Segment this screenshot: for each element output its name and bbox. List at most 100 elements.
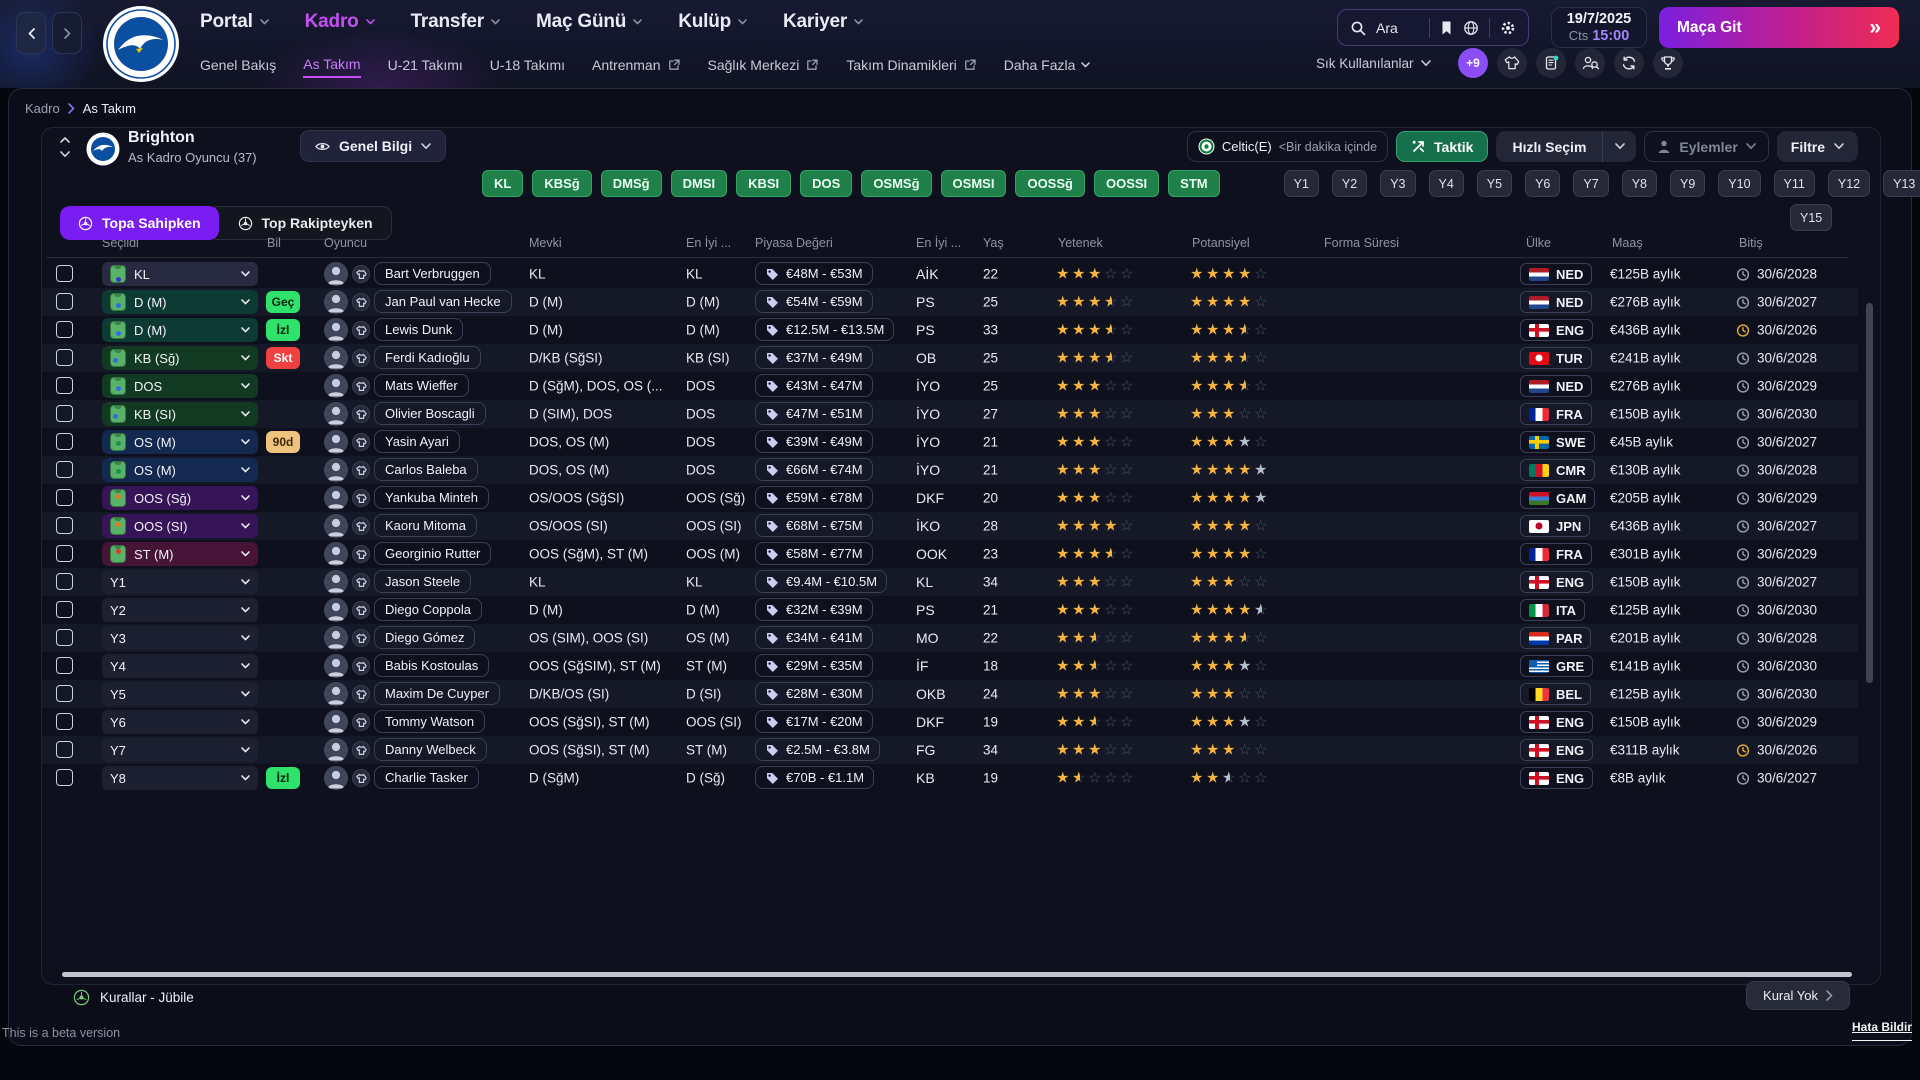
column-header-9[interactable]: Yetenek [1058, 236, 1103, 250]
player-name[interactable]: Jan Paul van Hecke [374, 290, 512, 313]
shirt-icon[interactable] [352, 517, 370, 535]
card-icon[interactable] [1536, 48, 1566, 78]
player-name[interactable]: Babis Kostoulas [374, 654, 489, 677]
rule-button[interactable]: Kural Yok [1746, 981, 1850, 1010]
row-checkbox[interactable] [56, 265, 73, 282]
row-checkbox[interactable] [56, 517, 73, 534]
scout-icon[interactable] [1575, 48, 1605, 78]
player-photo[interactable] [324, 318, 348, 342]
shirt-icon[interactable] [352, 433, 370, 451]
market-value[interactable]: €47M - €51M [755, 402, 873, 425]
main-nav-kariyer[interactable]: Kariyer [783, 11, 863, 33]
column-header-4[interactable]: Mevki [529, 236, 562, 250]
player-name[interactable]: Yasin Ayari [374, 430, 460, 453]
shirt-icon[interactable] [352, 713, 370, 731]
shirt-icon[interactable] [352, 629, 370, 647]
shirt-icon[interactable] [1497, 48, 1527, 78]
row-checkbox[interactable] [56, 489, 73, 506]
selection-dropdown[interactable]: KB (SI) [102, 402, 258, 426]
filter-button-oossi[interactable]: OOSSI [1094, 170, 1159, 197]
table-row[interactable]: OOS (Sğ) Yankuba Minteh OS/OOS (SğSI) OO… [42, 484, 1858, 512]
player-photo[interactable] [324, 346, 348, 370]
bookmark-icon[interactable] [1440, 20, 1453, 36]
selection-dropdown[interactable]: D (M) [102, 290, 258, 314]
shirt-icon[interactable] [352, 405, 370, 423]
filter-button-kbsi[interactable]: KBSI [736, 170, 791, 197]
row-checkbox[interactable] [56, 377, 73, 394]
market-value[interactable]: €37M - €49M [755, 346, 873, 369]
sub-nav-takım-dinamikleri[interactable]: Takım Dinamikleri [846, 57, 976, 77]
filter-button-y10[interactable]: Y10 [1718, 170, 1760, 197]
row-checkbox[interactable] [56, 713, 73, 730]
filter-button-dos[interactable]: DOS [800, 170, 852, 197]
player-name[interactable]: Lewis Dunk [374, 318, 463, 341]
row-checkbox[interactable] [56, 461, 73, 478]
selection-dropdown[interactable]: D (M) [102, 318, 258, 342]
selection-dropdown[interactable]: Y3 [102, 626, 258, 650]
go-to-match-button[interactable]: Maça Git » [1659, 7, 1899, 48]
selection-dropdown[interactable]: OOS (Sğ) [102, 486, 258, 510]
horizontal-scrollbar[interactable] [62, 972, 1852, 977]
market-value[interactable]: €68M - €75M [755, 514, 873, 537]
player-photo[interactable] [324, 514, 348, 538]
shirt-icon[interactable] [352, 601, 370, 619]
sub-nav-as-takım[interactable]: As Takım [303, 56, 360, 78]
row-checkbox[interactable] [56, 545, 73, 562]
table-row[interactable]: Y8 İzl Charlie Tasker D (SğM) D (Sğ) €70… [42, 764, 1858, 792]
player-photo[interactable] [324, 766, 348, 790]
player-name[interactable]: Carlos Baleba [374, 458, 478, 481]
selection-dropdown[interactable]: Y5 [102, 682, 258, 706]
market-value[interactable]: €58M - €77M [755, 542, 873, 565]
vertical-scrollbar[interactable] [1866, 303, 1873, 683]
quick-pick-button[interactable]: Hızlı Seçim [1496, 131, 1636, 162]
filter-button-dmsğ[interactable]: DMSğ [601, 170, 662, 197]
market-value[interactable]: €2.5M - €3.8M [755, 738, 880, 761]
column-header-5[interactable]: En İyi ... [686, 236, 731, 250]
globe-icon[interactable] [1463, 20, 1479, 36]
history-back-button[interactable] [16, 12, 46, 54]
column-header-6[interactable]: Piyasa Değeri [755, 236, 833, 250]
tactic-button[interactable]: Taktik [1396, 131, 1488, 162]
selection-dropdown[interactable]: Y6 [102, 710, 258, 734]
selection-dropdown[interactable]: Y7 [102, 738, 258, 762]
sub-nav-genel-bakış[interactable]: Genel Bakış [200, 57, 276, 77]
filter-button-y13[interactable]: Y13 [1883, 170, 1920, 197]
market-value[interactable]: €48M - €53M [755, 262, 873, 285]
report-bug-link[interactable]: Hata Bildir [1852, 1020, 1912, 1041]
chat-notification-icon[interactable]: +9 [1458, 48, 1488, 78]
selection-dropdown[interactable]: OOS (SI) [102, 514, 258, 538]
market-value[interactable]: €29M - €35M [755, 654, 873, 677]
filter-button-y1[interactable]: Y1 [1284, 170, 1319, 197]
market-value[interactable]: €54M - €59M [755, 290, 873, 313]
player-photo[interactable] [324, 654, 348, 678]
shirt-icon[interactable] [352, 545, 370, 563]
player-photo[interactable] [324, 738, 348, 762]
shirt-icon[interactable] [352, 265, 370, 283]
next-match-notice[interactable]: Celtic(E) <Bir dakika içinde [1187, 131, 1388, 162]
filter-button-y5[interactable]: Y5 [1477, 170, 1512, 197]
player-name[interactable]: Charlie Tasker [374, 766, 479, 789]
filter-button-dmsi[interactable]: DMSI [671, 170, 728, 197]
filter-button-y4[interactable]: Y4 [1429, 170, 1464, 197]
table-row[interactable]: Y2 Diego Coppola D (M) D (M) €32M - €39M… [42, 596, 1858, 624]
shirt-icon[interactable] [352, 461, 370, 479]
table-row[interactable]: Y3 Diego Gómez OS (SIM), OOS (SI) OS (M)… [42, 624, 1858, 652]
column-header-11[interactable]: Forma Süresi [1324, 236, 1399, 250]
row-checkbox[interactable] [56, 321, 73, 338]
column-header-13[interactable]: Maaş [1612, 236, 1643, 250]
collapse-up-icon[interactable] [60, 136, 70, 143]
history-forward-button[interactable] [52, 12, 82, 54]
shirt-icon[interactable] [352, 685, 370, 703]
player-name[interactable]: Ferdi Kadıoğlu [374, 346, 481, 369]
sub-nav-daha-fazla[interactable]: Daha Fazla [1004, 57, 1091, 77]
sync-icon[interactable] [1614, 48, 1644, 78]
filter-button-y11[interactable]: Y11 [1774, 170, 1815, 197]
selection-dropdown[interactable]: KB (Sğ) [102, 346, 258, 370]
player-name[interactable]: Diego Coppola [374, 598, 482, 621]
row-checkbox[interactable] [56, 573, 73, 590]
player-name[interactable]: Yankuba Minteh [374, 486, 489, 509]
breadcrumb-parent[interactable]: Kadro [25, 101, 60, 116]
gear-icon[interactable] [1500, 20, 1516, 36]
market-value[interactable]: €34M - €41M [755, 626, 873, 649]
filter-button-stm[interactable]: STM [1168, 170, 1219, 197]
